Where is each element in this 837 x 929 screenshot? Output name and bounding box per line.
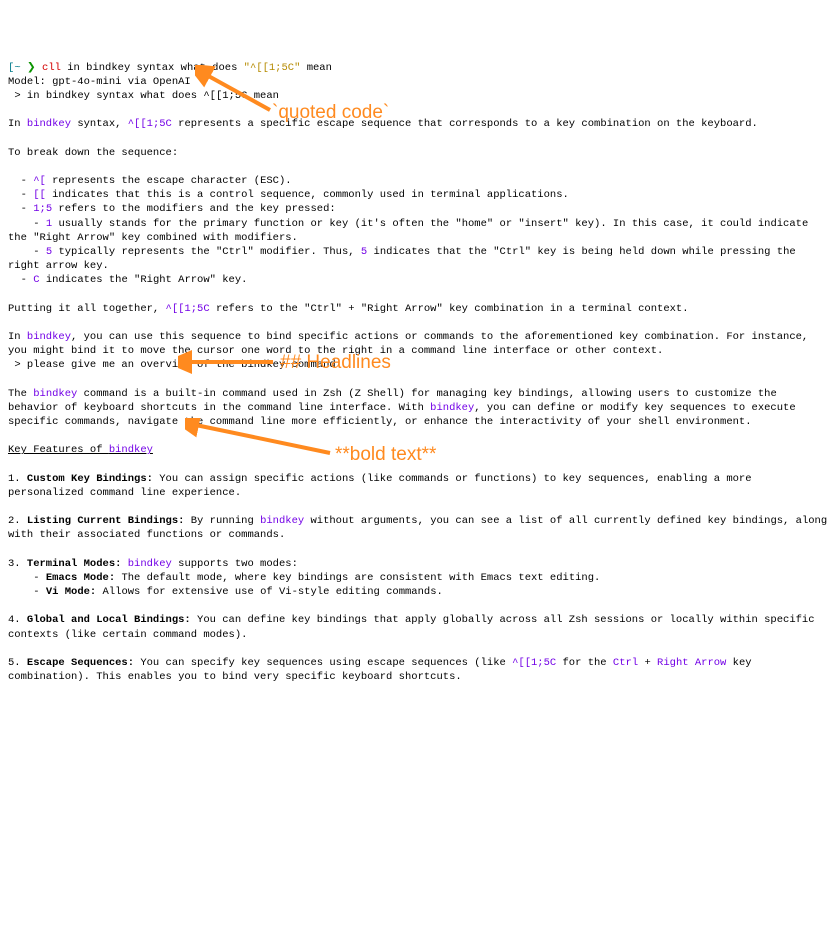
text: usually stands for the primary function …	[8, 218, 815, 244]
text: By running	[184, 515, 260, 527]
terminal-output: [~ ❯ cll in bindkey syntax what does "^[…	[8, 61, 829, 685]
keyword-bindkey: bindkey	[33, 388, 77, 400]
text: syntax,	[71, 118, 128, 130]
section-heading: Key Features of bindkey	[8, 444, 153, 456]
text: refers to the "Ctrl" + "Right Arrow" key…	[210, 303, 689, 315]
line-model: Model: gpt-4o-mini via OpenAI	[8, 76, 191, 88]
text: To break down the sequence:	[8, 147, 178, 159]
prompt-cmd: cll	[42, 62, 61, 74]
keyword-bindkey: bindkey	[27, 331, 71, 343]
code: ^[	[33, 175, 46, 187]
mode-title: Vi Mode:	[46, 586, 96, 598]
text: represents the escape character (ESC).	[46, 175, 292, 187]
text: You can specify key sequences using esca…	[134, 657, 512, 669]
text: -	[8, 203, 33, 215]
code: ^[[1;5C	[166, 303, 210, 315]
code: ^[[1;5C	[512, 657, 556, 669]
text: 4.	[8, 614, 27, 626]
feature-title: Escape Sequences:	[27, 657, 134, 669]
text: indicates that this is a control sequenc…	[46, 189, 569, 201]
keyword-bindkey: bindkey	[128, 558, 172, 570]
text: 2.	[8, 515, 27, 527]
text: 1.	[8, 473, 27, 485]
prompt-tail: mean	[300, 62, 332, 74]
text: -	[8, 189, 33, 201]
text: Putting it all together,	[8, 303, 166, 315]
text: typically represents the "Ctrl" modifier…	[52, 246, 361, 258]
prompt-rest: in bindkey syntax what does	[61, 62, 244, 74]
feature-title: Terminal Modes:	[27, 558, 122, 570]
feature-title: Custom Key Bindings:	[27, 473, 153, 485]
keyword-bindkey: bindkey	[260, 515, 304, 527]
text: supports two modes:	[172, 558, 298, 570]
text: -	[8, 246, 46, 258]
text: , you can use this sequence to bind spec…	[8, 331, 815, 357]
text: -	[8, 586, 46, 598]
text: -	[8, 274, 33, 286]
heading-text: Key Features of	[8, 444, 109, 456]
text: for the	[556, 657, 613, 669]
text: Allows for extensive use of Vi-style edi…	[96, 586, 443, 598]
text: -	[8, 175, 33, 187]
text: In	[8, 331, 27, 343]
key-name: Ctrl	[613, 657, 638, 669]
key-name: Right Arrow	[657, 657, 726, 669]
code-escape-seq: ^[[1;5C	[128, 118, 172, 130]
text: represents a specific escape sequence th…	[172, 118, 758, 130]
text: refers to the modifiers and the key pres…	[52, 203, 336, 215]
keyword-bindkey: bindkey	[27, 118, 71, 130]
keyword-bindkey: bindkey	[430, 402, 474, 414]
text: 3.	[8, 558, 27, 570]
prompt-quoted: "^[[1;5C"	[244, 62, 301, 74]
text: The	[8, 388, 33, 400]
text: In	[8, 118, 27, 130]
feature-title: Listing Current Bindings:	[27, 515, 185, 527]
code: 1;5	[33, 203, 52, 215]
text: +	[638, 657, 657, 669]
prompt-arrow: ❯	[21, 62, 42, 74]
feature-title: Global and Local Bindings:	[27, 614, 191, 626]
line-echo2: > please give me an overview of the bind…	[8, 359, 336, 371]
code: [[	[33, 189, 46, 201]
line-echo: > in bindkey syntax what does ^[[1;5C me…	[8, 90, 279, 102]
text: indicates the "Right Arrow" key.	[40, 274, 248, 286]
keyword-bindkey: bindkey	[109, 444, 153, 456]
text: -	[8, 218, 46, 230]
text: 5.	[8, 657, 27, 669]
